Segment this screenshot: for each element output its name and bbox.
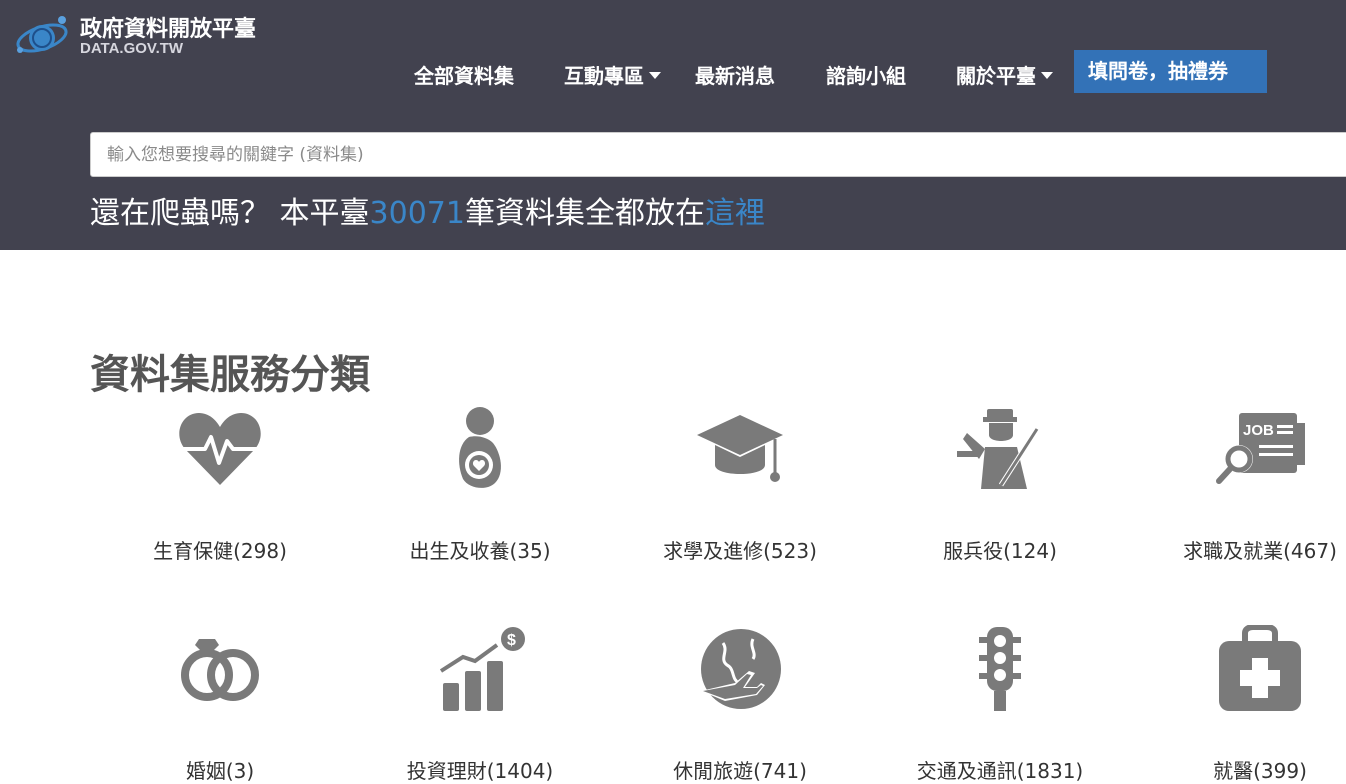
brand-title[interactable]: 政府資料開放平臺 bbox=[80, 11, 256, 43]
nav-all-datasets[interactable]: 全部資料集 bbox=[414, 60, 514, 88]
svg-text:$: $ bbox=[507, 632, 516, 649]
category-label: 交通及通訊(1831) bbox=[916, 759, 1084, 783]
nav-interactive-label: 互動專區 bbox=[564, 64, 644, 88]
caret-down-icon bbox=[649, 72, 661, 79]
category-label: 就醫(399) bbox=[1213, 759, 1307, 783]
category-maternity[interactable]: 生育保健(298) bbox=[110, 405, 330, 564]
nav-about[interactable]: 關於平臺 bbox=[956, 60, 1053, 88]
mother-baby-icon bbox=[459, 407, 501, 488]
category-label: 休閒旅遊(741) bbox=[673, 759, 807, 783]
soldier-icon bbox=[957, 409, 1040, 489]
investment-chart-icon: $ bbox=[439, 627, 525, 711]
site-header: 政府資料開放平臺 DATA.GOV.TW 全部資料集 互動專區 最新消息 諮詢小… bbox=[0, 0, 1346, 250]
tagline-prefix: 還在爬蟲嗎？ 本平臺 bbox=[90, 196, 370, 231]
dataset-count: 30071 bbox=[369, 196, 465, 231]
category-label: 求職及就業(467) bbox=[1183, 539, 1337, 563]
job-search-icon: JOB bbox=[1216, 413, 1305, 484]
tagline-middle: 筆資料集全都放在 bbox=[464, 196, 705, 231]
nav-advisory[interactable]: 諮詢小組 bbox=[826, 60, 906, 88]
search-input[interactable] bbox=[90, 132, 1346, 177]
nav-news-label: 最新消息 bbox=[695, 64, 775, 88]
nav-interactive[interactable]: 互動專區 bbox=[564, 60, 661, 88]
category-label: 求學及進修(523) bbox=[663, 539, 817, 563]
medical-kit-icon bbox=[1219, 625, 1301, 711]
category-military[interactable]: 服兵役(124) bbox=[890, 405, 1110, 564]
category-birth-adoption[interactable]: 出生及收養(35) bbox=[370, 405, 590, 564]
category-label: 婚姻(3) bbox=[185, 759, 255, 783]
category-employment[interactable]: JOB 求職及就業(467) bbox=[1150, 405, 1346, 564]
globe-plane-icon bbox=[701, 629, 781, 709]
nav-about-label: 關於平臺 bbox=[956, 64, 1036, 88]
category-investment[interactable]: $ 投資理財(1404) bbox=[370, 625, 590, 784]
wedding-rings-icon bbox=[181, 639, 259, 701]
category-transport[interactable]: 交通及通訊(1831) bbox=[890, 625, 1110, 784]
logo-icon[interactable] bbox=[14, 12, 72, 62]
nav-news[interactable]: 最新消息 bbox=[695, 60, 775, 88]
caret-down-icon bbox=[1041, 72, 1053, 79]
here-link[interactable]: 這裡 bbox=[705, 196, 765, 231]
category-label: 生育保健(298) bbox=[153, 539, 287, 563]
section-title: 資料集服務分類 bbox=[90, 352, 370, 398]
category-label: 投資理財(1404) bbox=[406, 759, 554, 783]
category-label: 出生及收養(35) bbox=[409, 539, 551, 563]
tagline: 還在爬蟲嗎？ 本平臺30071筆資料集全都放在這裡 bbox=[90, 188, 765, 232]
nav-all-datasets-label: 全部資料集 bbox=[414, 64, 514, 88]
graduation-cap-icon bbox=[697, 415, 783, 482]
brand-subtitle[interactable]: DATA.GOV.TW bbox=[80, 40, 183, 57]
traffic-light-icon bbox=[979, 627, 1021, 711]
category-travel[interactable]: 休閒旅遊(741) bbox=[630, 625, 850, 784]
category-education[interactable]: 求學及進修(523) bbox=[630, 405, 850, 564]
category-marriage[interactable]: 婚姻(3) bbox=[110, 625, 330, 784]
survey-button[interactable]: 填問卷，抽禮券 bbox=[1074, 50, 1267, 93]
heart-pulse-icon bbox=[179, 413, 261, 485]
category-medical[interactable]: 就醫(399) bbox=[1150, 625, 1346, 784]
svg-text:JOB: JOB bbox=[1243, 422, 1274, 439]
category-label: 服兵役(124) bbox=[943, 539, 1057, 563]
nav-advisory-label: 諮詢小組 bbox=[826, 64, 906, 88]
